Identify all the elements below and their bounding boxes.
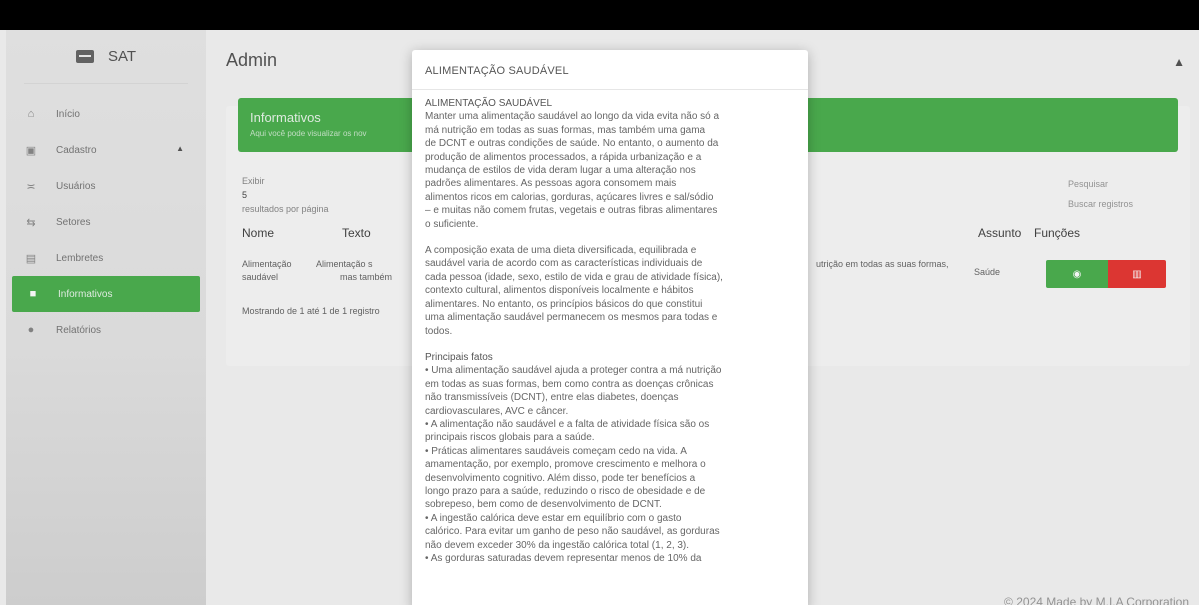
text-line: • Uma alimentação saudável ajuda a prote…	[425, 365, 722, 377]
text-line: principais riscos globais para a saúde.	[425, 432, 595, 444]
text-line: sobrepeso, bem como de desenvolvimento d…	[425, 499, 662, 511]
modal-paragraph-3: Principais fatos • Uma alimentação saudá…	[425, 351, 795, 566]
text-line: cada pessoa (idade, sexo, estilo de vida…	[425, 271, 723, 283]
modal-paragraph-1: ALIMENTAÇÃO SAUDÁVEL Manter uma alimenta…	[425, 97, 795, 231]
text-line: produção de alimentos processados, a ráp…	[425, 151, 702, 163]
text-line: longo prazo para a saúde, reduzindo o ri…	[425, 485, 706, 497]
text-line: • Práticas alimentares saudáveis começam…	[425, 445, 687, 457]
text-line: A composição exata de uma dieta diversif…	[425, 245, 697, 257]
text-line: má nutrição em todas as suas formas, mas…	[425, 124, 706, 136]
informativo-modal: ALIMENTAÇÃO SAUDÁVEL ALIMENTAÇÃO SAUDÁVE…	[412, 50, 808, 605]
text-line: – e muitas não comem frutas, vegetais e …	[425, 205, 718, 217]
text-line: de DCNT e outras condições de saúde. No …	[425, 138, 719, 150]
text-line: amamentação, por exemplo, promove cresci…	[425, 459, 706, 471]
text-line: não transmissíveis (DCNT), entre elas di…	[425, 392, 679, 404]
text-line: Principais fatos	[425, 351, 493, 363]
modal-body: ALIMENTAÇÃO SAUDÁVEL Manter uma alimenta…	[412, 90, 808, 585]
text-line: ALIMENTAÇÃO SAUDÁVEL	[425, 98, 553, 109]
text-line: contexto cultural, alimentos disponíveis…	[425, 285, 694, 297]
text-line: desenvolvimento cognitivo. Além disso, p…	[425, 472, 696, 484]
text-line: • As gorduras saturadas devem representa…	[425, 553, 702, 564]
text-line: • A ingestão calórica deve estar em equi…	[425, 512, 682, 524]
text-line: saudável varia de acordo com as caracter…	[425, 258, 703, 270]
text-line: padrões alimentares. As pessoas agora co…	[425, 178, 677, 190]
text-line: o suficiente.	[425, 218, 479, 230]
app-screen: SAT ⌂ Início ▣ Cadastro ▲ ≍ Usuários ⇆ S…	[0, 30, 1199, 605]
text-line: cardiovasculares, AVC e câncer.	[425, 405, 569, 417]
modal-paragraph-2: A composição exata de uma dieta diversif…	[425, 244, 795, 338]
text-line: calórico. Para evitar um ganho de peso n…	[425, 526, 720, 538]
text-line: todos.	[425, 325, 453, 337]
text-line: uma alimentação saudável permanecem os m…	[425, 312, 718, 324]
modal-title: ALIMENTAÇÃO SAUDÁVEL	[412, 50, 808, 90]
text-line: alimentares. No entanto, os princípios b…	[425, 298, 703, 310]
text-line: Manter uma alimentação saudável ao longo…	[425, 111, 720, 123]
text-line: mudança de estilos de vida deram lugar a…	[425, 165, 696, 177]
text-line: em todas as suas formas, bem como contra…	[425, 378, 714, 390]
text-line: não devem exceder 30% da ingestão calóri…	[425, 539, 690, 551]
text-line: alimentos ricos em calorias, gorduras, a…	[425, 191, 714, 203]
text-line: • A alimentação não saudável e a falta d…	[425, 418, 710, 430]
